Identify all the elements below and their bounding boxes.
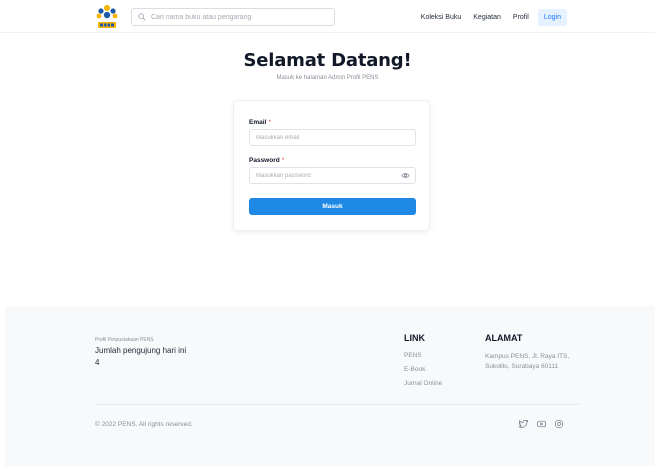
password-field[interactable] xyxy=(249,167,416,184)
password-input[interactable] xyxy=(256,168,396,183)
login-card: Email* Password* Masuk xyxy=(233,100,430,231)
search-input[interactable] xyxy=(151,13,321,21)
email-label: Email * xyxy=(249,119,271,126)
required-mark: * xyxy=(281,157,285,164)
email-input[interactable] xyxy=(256,130,396,145)
copyright: © 2022 PENS. All rights reserved. xyxy=(95,421,193,428)
nav-profil[interactable]: Profil xyxy=(513,14,529,21)
page-subtitle: Masuk ke halaman Admin Profil PENS xyxy=(276,75,379,81)
pens-logo[interactable] xyxy=(95,3,119,31)
instagram-icon[interactable] xyxy=(555,420,563,428)
footer-link-pens[interactable]: PENS xyxy=(404,352,422,359)
twitter-icon[interactable] xyxy=(519,420,528,428)
required-mark: * xyxy=(268,119,271,126)
email-field[interactable] xyxy=(249,129,416,146)
top-navbar: Koleksi Buku Kegiatan Profil Login xyxy=(0,0,655,33)
page-title: Selamat Datang! xyxy=(243,50,412,71)
youtube-icon[interactable] xyxy=(537,420,546,428)
visitor-label: Jumlah pengujung hari ini xyxy=(95,346,187,355)
search-icon xyxy=(138,13,146,21)
search-box[interactable] xyxy=(131,8,335,26)
main-nav: Koleksi Buku Kegiatan Profil Login xyxy=(409,8,567,26)
footer-divider xyxy=(95,404,580,405)
nav-koleksi-buku[interactable]: Koleksi Buku xyxy=(421,14,461,21)
eye-icon[interactable] xyxy=(401,172,410,179)
password-label: Password * xyxy=(249,157,284,164)
nav-kegiatan[interactable]: Kegiatan xyxy=(473,14,501,21)
link-heading: LINK xyxy=(404,333,425,343)
footer-brand: Profil Perpustakaan PENS xyxy=(95,337,154,343)
visitor-count: 4 xyxy=(95,358,100,367)
login-button[interactable]: Login xyxy=(537,8,567,26)
address-text: Kampus PENS, Jl. Raya ITS, Sukolilo, Sur… xyxy=(485,353,570,370)
footer: Profil Perpustakaan PENS Jumlah pengujun… xyxy=(5,306,655,466)
masuk-button[interactable]: Masuk xyxy=(249,198,416,215)
address-heading: ALAMAT xyxy=(485,333,523,343)
email-label-text: Email xyxy=(249,119,267,126)
footer-link-ebook[interactable]: E-Book xyxy=(404,366,425,373)
footer-link-jurnal-online[interactable]: Jurnal Online xyxy=(404,380,442,387)
password-label-text: Password xyxy=(249,157,280,164)
